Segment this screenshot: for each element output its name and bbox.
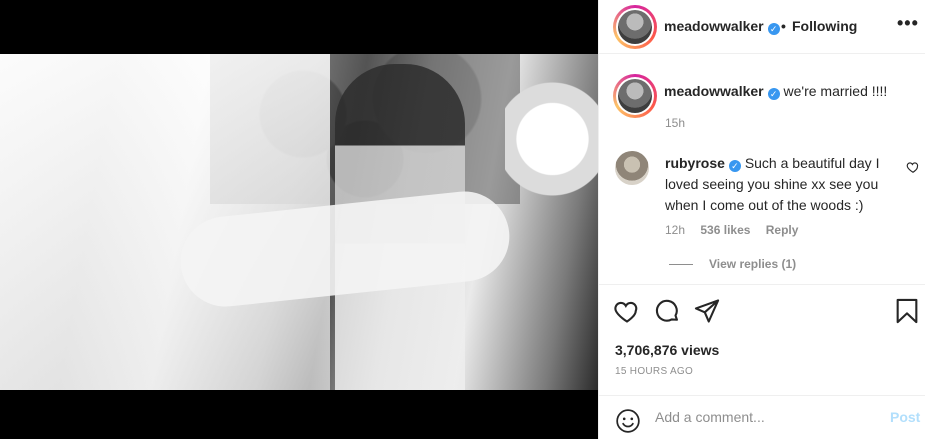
comment: rubyrose ✓ Such a beautiful day I loved s… <box>665 153 890 216</box>
verified-badge-icon: ✓ <box>767 88 780 100</box>
author-username[interactable]: meadowwalker <box>664 18 764 34</box>
comment-likes[interactable]: 536 likes <box>700 223 750 237</box>
post-side-panel: meadowwalker ✓ • Following ••• meadowwalk… <box>598 0 925 439</box>
media-area <box>0 0 598 439</box>
commenter-username[interactable]: rubyrose <box>665 155 725 171</box>
post-video[interactable] <box>0 54 598 390</box>
view-count[interactable]: 3,706,876 views <box>615 342 719 358</box>
replies-divider <box>669 264 693 265</box>
following-button[interactable]: Following <box>792 18 857 34</box>
post-header: meadowwalker ✓ • Following ••• <box>599 0 925 54</box>
header-separator: • <box>781 18 786 34</box>
caption-text: we're married !!!! <box>783 83 888 99</box>
verified-badge-icon: ✓ <box>728 160 741 172</box>
caption-username[interactable]: meadowwalker <box>664 83 764 99</box>
post-timestamp[interactable]: 15 HOURS AGO <box>615 366 693 377</box>
emoji-icon[interactable] <box>615 408 641 434</box>
caption: meadowwalker ✓ we're married !!!! <box>664 83 887 100</box>
reply-button[interactable]: Reply <box>766 223 799 237</box>
paper-plane-icon[interactable] <box>693 297 721 325</box>
heart-icon[interactable] <box>613 297 641 325</box>
author-username-row: meadowwalker ✓ <box>664 18 780 35</box>
add-comment-input[interactable] <box>655 409 875 425</box>
more-options-icon[interactable]: ••• <box>897 14 919 32</box>
bookmark-icon[interactable] <box>893 297 921 325</box>
comment-heart-icon[interactable] <box>906 160 920 174</box>
video-bouquet <box>505 79 598 229</box>
instagram-post-modal: meadowwalker ✓ • Following ••• meadowwalk… <box>0 0 925 439</box>
avatar-image <box>618 79 652 113</box>
caption-timestamp[interactable]: 15h <box>665 116 685 130</box>
author-avatar[interactable] <box>613 5 657 49</box>
comment-timestamp[interactable]: 12h <box>665 223 685 237</box>
post-comment-button[interactable]: Post <box>890 409 920 425</box>
commenter-avatar[interactable] <box>615 151 649 185</box>
view-replies-button[interactable]: View replies (1) <box>709 257 796 271</box>
add-comment-bar: Post <box>599 395 925 439</box>
action-bar <box>599 284 925 338</box>
caption-author-avatar[interactable] <box>613 74 657 118</box>
comment-bubble-icon[interactable] <box>653 297 681 325</box>
comment-meta: 12h 536 likes Reply <box>665 223 810 237</box>
avatar-image <box>618 10 652 44</box>
verified-badge-icon: ✓ <box>767 23 780 35</box>
